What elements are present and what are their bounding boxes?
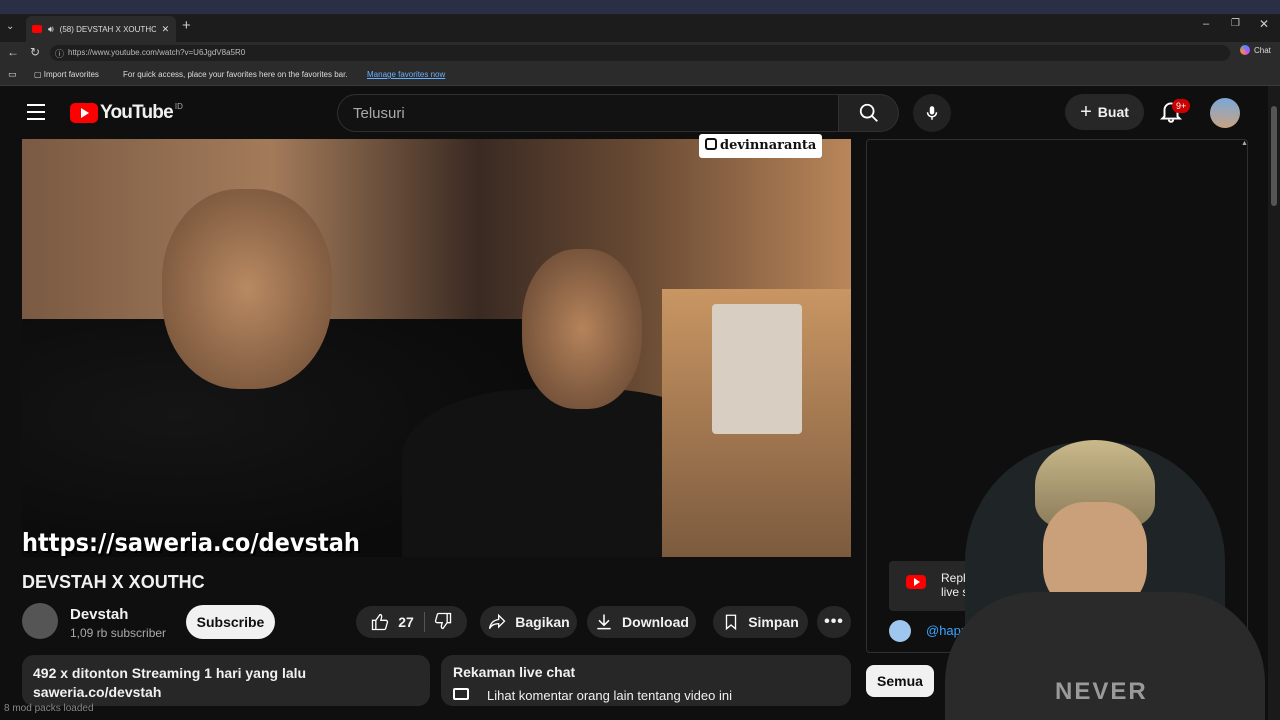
description-link[interactable]: saweria.co/devstah — [33, 683, 419, 702]
search-input[interactable]: Telusuri — [337, 94, 839, 132]
live-chat-heading: Rekaman live chat — [453, 664, 576, 680]
import-favorites-label: Import favorites — [43, 70, 99, 79]
live-chat-replay-box[interactable]: Rekaman live chat Lihat komentar orang l… — [441, 655, 851, 706]
video-title: DEVSTAH X XOUTHC — [22, 572, 205, 592]
chat-bubble-icon — [453, 688, 469, 700]
close-tab-icon[interactable]: ✕ — [162, 24, 170, 35]
status-text: 8 mod packs loaded — [4, 703, 94, 714]
share-icon — [489, 613, 506, 629]
folder-icon: ▢ — [34, 70, 42, 79]
face-left — [162, 189, 332, 389]
channel-name[interactable]: Devstah — [70, 606, 128, 623]
thumbs-down-icon — [434, 612, 451, 629]
thumbs-up-icon — [372, 613, 389, 631]
download-icon — [597, 614, 611, 630]
shirt-text: NEVER — [1055, 678, 1148, 705]
channel-avatar[interactable] — [22, 603, 58, 639]
tab-bar: ⌄ + – ❐ ✕ — [0, 14, 1280, 42]
live-chat-subtext: Lihat komentar orang lain tentang video … — [487, 688, 732, 703]
bookmark-icon — [726, 614, 737, 631]
url-text: https://www.youtube.com/watch?v=U6JgdV8a… — [68, 48, 246, 57]
microphone-icon — [926, 106, 938, 120]
refresh-icon[interactable]: ↻ — [30, 45, 40, 59]
sidebar-icon[interactable]: ▭ — [8, 69, 17, 80]
favorites-hint: For quick access, place your favorites h… — [123, 70, 348, 79]
url-field[interactable]: ⓘ https://www.youtube.com/watch?v=U6JgdV… — [50, 45, 1230, 61]
like-button[interactable]: 27 — [370, 612, 425, 632]
video-player[interactable] — [22, 139, 851, 557]
washing-machine — [712, 304, 802, 434]
close-window-button[interactable]: ✕ — [1259, 17, 1269, 31]
save-label: Simpan — [748, 614, 799, 630]
site-info-icon[interactable]: ⓘ — [55, 47, 64, 60]
maximize-button[interactable]: ❐ — [1231, 18, 1240, 29]
account-avatar[interactable] — [1210, 98, 1240, 128]
speaker-icon[interactable]: 🔊︎ — [48, 24, 54, 35]
copilot-icon[interactable] — [1240, 45, 1250, 55]
minimize-button[interactable]: – — [1203, 18, 1209, 30]
more-actions-button[interactable]: ••• — [817, 606, 851, 638]
plus-icon: + — [1080, 100, 1092, 123]
manage-favorites-link[interactable]: Manage favorites now — [367, 70, 445, 79]
tab-title: (58) DEVSTAH X XOUTHC - Yo — [59, 24, 156, 34]
channel-subscriber-count: 1,09 rb subscriber — [70, 626, 167, 640]
page-scrollbar[interactable] — [1268, 86, 1280, 720]
scroll-up-icon[interactable]: ▲ — [1241, 140, 1248, 147]
create-button[interactable]: + Buat — [1065, 94, 1144, 130]
like-count: 27 — [398, 614, 414, 630]
search-button[interactable] — [839, 94, 899, 132]
os-top-strip — [0, 0, 1280, 14]
youtube-favicon-icon — [32, 25, 42, 33]
youtube-play-icon — [70, 103, 98, 123]
more-horizontal-icon: ••• — [824, 613, 844, 630]
youtube-logo[interactable]: YouTube ID — [70, 102, 183, 124]
search-icon — [859, 103, 878, 122]
save-button[interactable]: Simpan — [713, 606, 808, 638]
browser-tab[interactable]: 🔊︎ (58) DEVSTAH X XOUTHC - Yo ✕ — [26, 16, 176, 42]
notification-badge: 9+ — [1172, 99, 1191, 113]
voice-search-button[interactable] — [913, 94, 951, 132]
instagram-icon — [705, 138, 717, 150]
dislike-button[interactable] — [433, 611, 453, 634]
chat-label[interactable]: Chat — [1254, 46, 1271, 55]
download-label: Download — [622, 614, 689, 630]
face-right — [522, 249, 642, 409]
new-tab-button[interactable]: + — [182, 17, 191, 34]
import-favorites-link[interactable]: ▢ Import favorites — [34, 70, 99, 79]
favorites-bar: ▭ ▢ Import favorites For quick access, p… — [0, 64, 1280, 86]
subscribe-button[interactable]: Subscribe — [186, 605, 275, 639]
create-label: Buat — [1097, 104, 1129, 120]
share-button[interactable]: Bagikan — [480, 606, 577, 638]
menu-icon[interactable] — [27, 104, 45, 120]
share-label: Bagikan — [515, 614, 570, 630]
region-code: ID — [174, 101, 183, 111]
back-icon[interactable]: ← — [7, 45, 19, 59]
video-watermark: devinnaranta — [699, 134, 823, 158]
video-overlay-link: https://saweria.co/devstah — [22, 528, 360, 557]
streamer-webcam-overlay: NEVER — [905, 432, 1268, 720]
watermark-text: devinnaranta — [720, 138, 817, 153]
description-box[interactable]: 492 x ditonton Streaming 1 hari yang lal… — [22, 655, 430, 706]
download-button[interactable]: Download — [587, 606, 696, 638]
tab-list-icon[interactable]: ⌄ — [6, 21, 14, 32]
view-stats: 492 x ditonton Streaming 1 hari yang lal… — [33, 665, 307, 681]
scrollbar-thumb[interactable] — [1271, 106, 1277, 206]
like-dislike-group: 27 — [356, 606, 467, 638]
logo-text: YouTube — [100, 102, 174, 123]
